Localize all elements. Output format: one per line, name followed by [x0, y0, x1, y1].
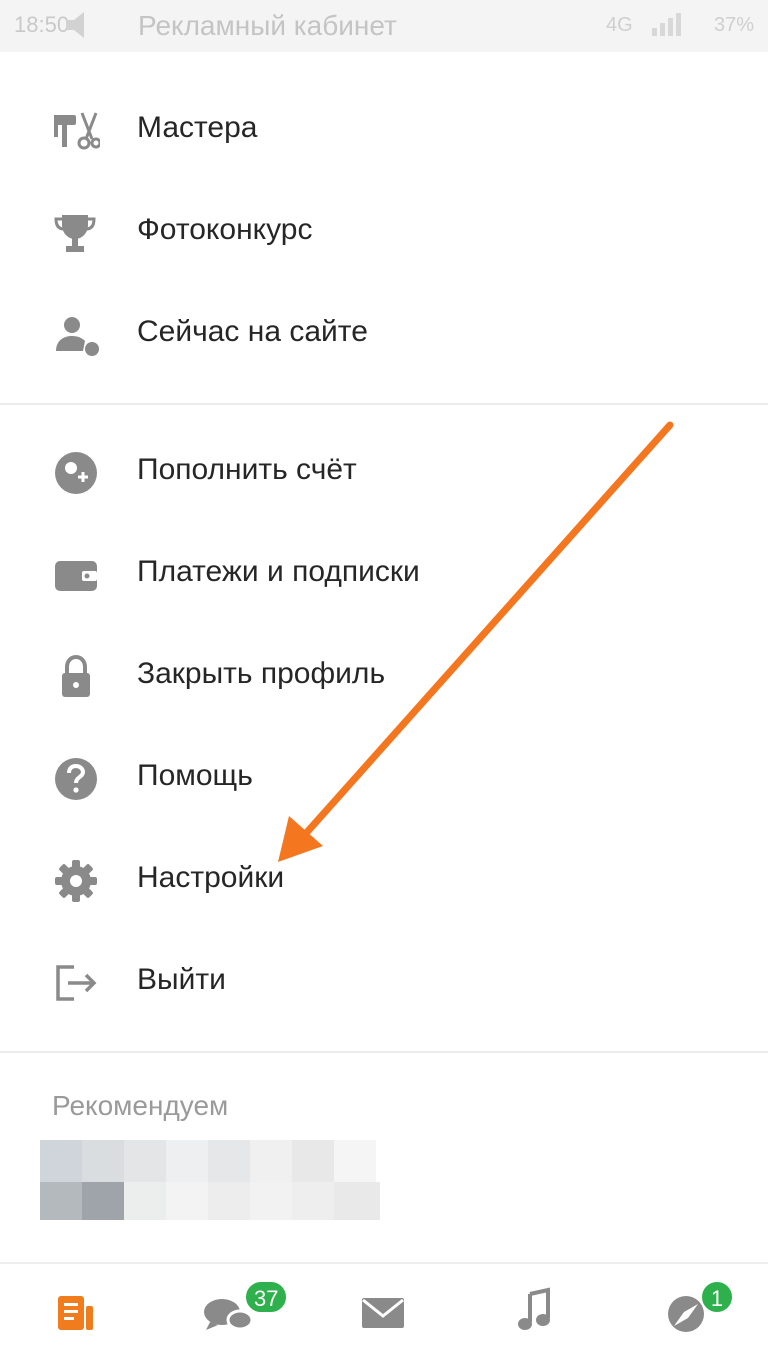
- nav-messages[interactable]: [344, 1284, 424, 1344]
- blur-tile: [334, 1182, 380, 1220]
- blur-tile: [124, 1182, 166, 1220]
- menu-item-label: Настройки: [137, 861, 285, 894]
- music-icon: [518, 1287, 550, 1330]
- menu-item-masters[interactable]: Мастера: [0, 80, 768, 182]
- menu-item-online-now[interactable]: Сейчас на сайте: [0, 284, 768, 386]
- nav-discussions[interactable]: 1: [648, 1280, 734, 1344]
- feed-icon: [58, 1296, 93, 1330]
- blur-tile: [208, 1140, 250, 1182]
- recommend-title: Рекомендуем: [52, 1090, 229, 1121]
- blur-tile: [334, 1140, 376, 1182]
- menu-item-logout[interactable]: Выйти: [0, 932, 768, 1034]
- speaker-icon: [66, 12, 84, 38]
- menu-item-settings[interactable]: Настройки: [0, 830, 768, 932]
- divider: [0, 403, 768, 405]
- blur-tile: [124, 1140, 166, 1182]
- menu-item-help[interactable]: Помощь: [0, 728, 768, 830]
- menu-item-top-up[interactable]: Пополнить счёт: [0, 422, 768, 524]
- blur-tile: [82, 1140, 124, 1182]
- menu-item-label: Фотоконкурс: [137, 213, 313, 246]
- app-title: Рекламный кабинет: [138, 10, 397, 41]
- menu-item-photo-contest[interactable]: Фотоконкурс: [0, 182, 768, 284]
- nav-chats[interactable]: 37: [196, 1280, 289, 1344]
- menu-item-label: Выйти: [137, 963, 226, 996]
- paint-roller-scissors-icon: [54, 112, 100, 150]
- mail-icon: [362, 1298, 404, 1328]
- blur-tile: [250, 1140, 292, 1182]
- help-icon: [55, 758, 97, 800]
- menu-item-label: Сейчас на сайте: [137, 315, 368, 348]
- blur-tile: [292, 1140, 334, 1182]
- user-online-icon: [56, 317, 99, 356]
- menu-item-label: Платежи и подписки: [137, 555, 420, 588]
- divider: [0, 1051, 768, 1053]
- menu-item-label: Закрыть профиль: [137, 657, 386, 690]
- network-indicator: 4G: [606, 14, 633, 36]
- bottom-navigation: 37 1: [0, 1262, 768, 1365]
- wallet-icon: [55, 561, 97, 591]
- menu-item-label: Мастера: [137, 111, 258, 144]
- status-time: 18:50: [14, 12, 70, 37]
- coins-plus-icon: [55, 452, 97, 494]
- trophy-icon: [54, 215, 96, 252]
- chat-badge: 37: [244, 1280, 289, 1314]
- menu-item-label: Пополнить счёт: [137, 453, 357, 486]
- blur-tile: [82, 1182, 124, 1220]
- blur-tile: [40, 1140, 82, 1182]
- nav-feed[interactable]: [42, 1284, 122, 1344]
- gear-icon: [55, 860, 97, 902]
- status-bar: 18:50 Рекламный кабинет 4G 37%: [0, 0, 768, 52]
- blur-tile: [250, 1182, 292, 1220]
- battery-indicator: 37%: [714, 14, 755, 36]
- lock-icon: [62, 655, 90, 697]
- nav-music[interactable]: [498, 1284, 578, 1344]
- signal-icon: [652, 13, 681, 36]
- discussions-badge: 1: [700, 1280, 734, 1314]
- blur-tile: [208, 1182, 250, 1220]
- blur-tile: [292, 1182, 334, 1220]
- blur-tile: [166, 1182, 208, 1220]
- blur-tile: [166, 1140, 208, 1182]
- blur-tile: [40, 1182, 82, 1220]
- menu-item-close-profile[interactable]: Закрыть профиль: [0, 626, 768, 728]
- menu-item-payments[interactable]: Платежи и подписки: [0, 524, 768, 626]
- logout-icon: [56, 965, 97, 1001]
- menu-item-label: Помощь: [137, 759, 253, 792]
